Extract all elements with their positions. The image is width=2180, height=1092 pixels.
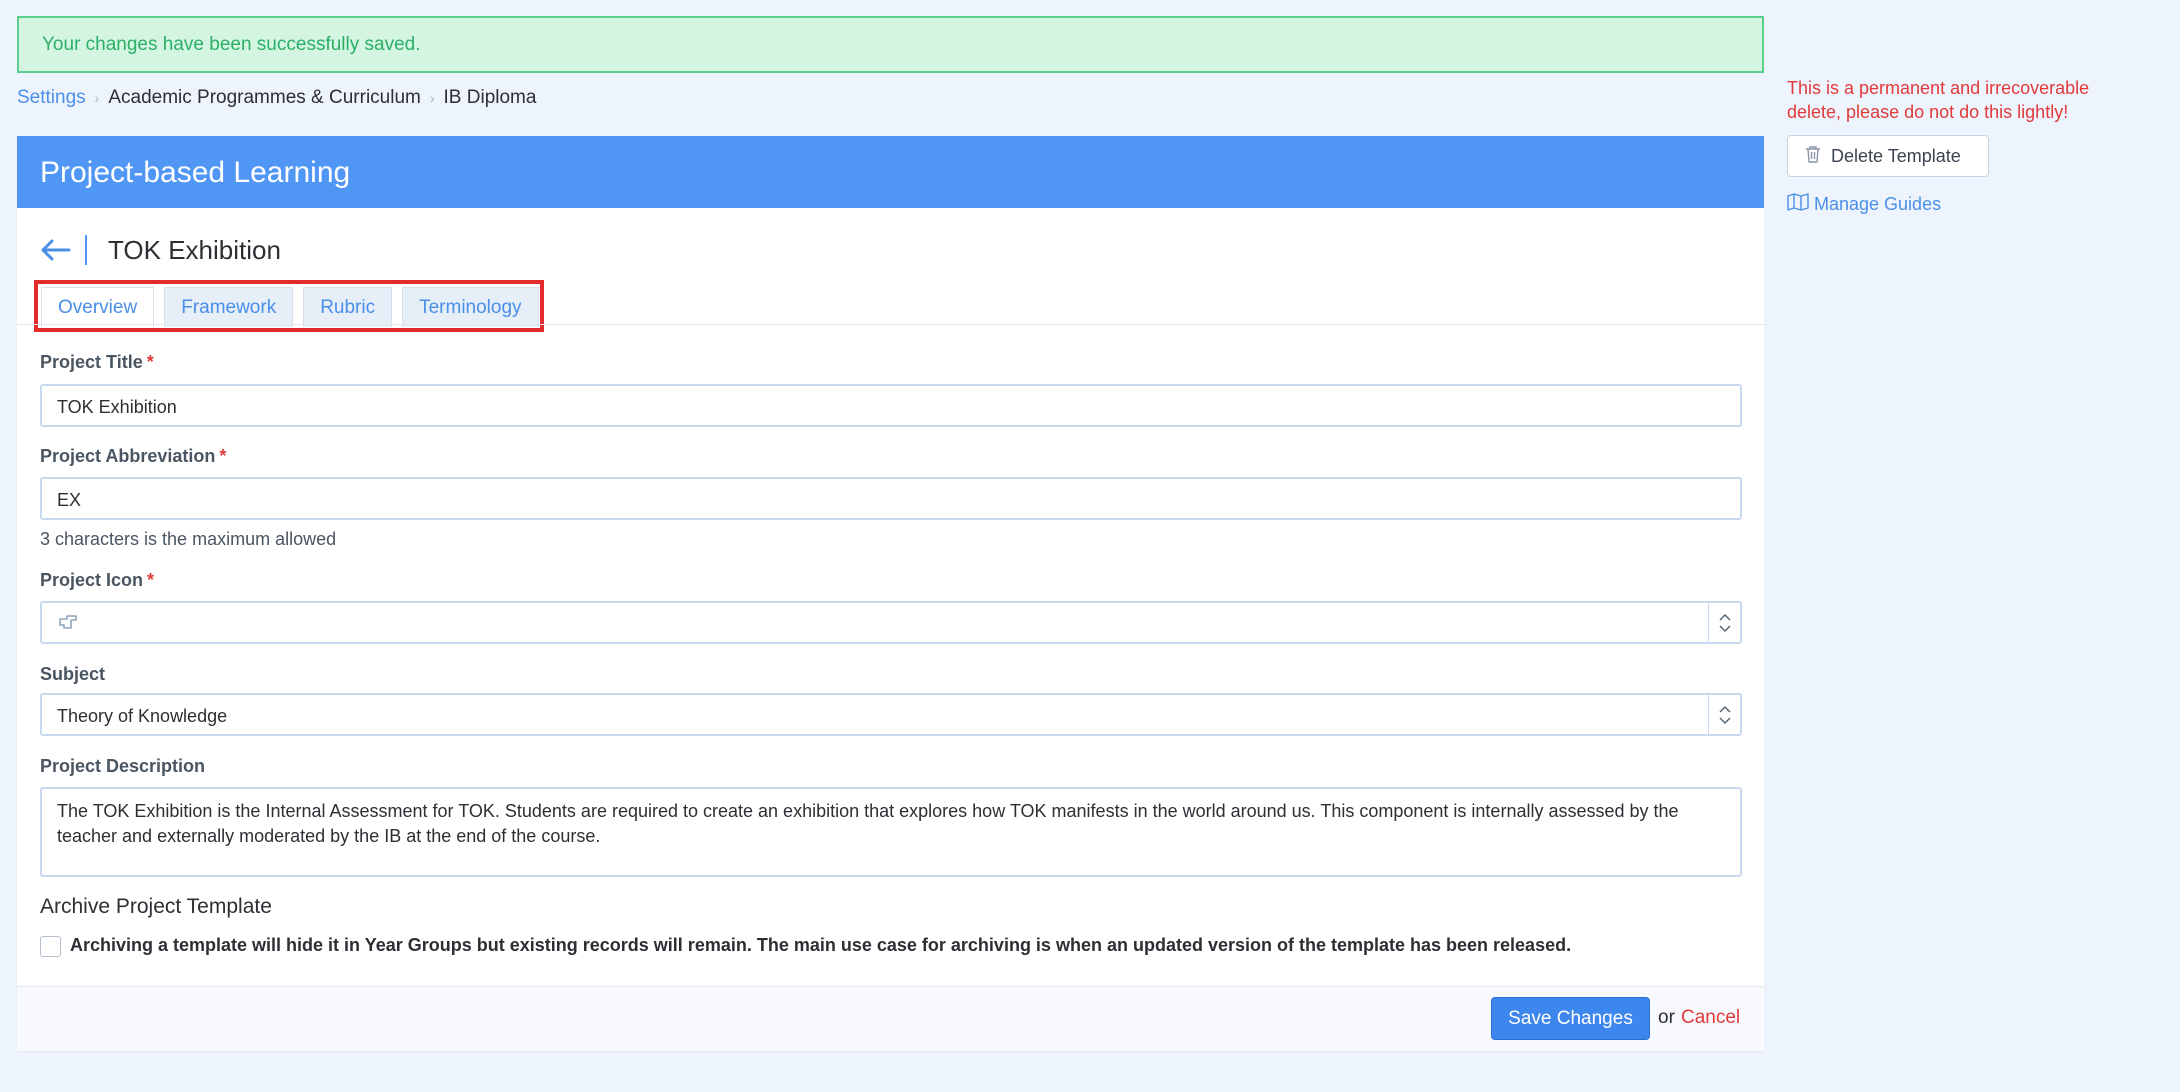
success-alert: Your changes have been successfully save… — [17, 16, 1764, 73]
save-changes-button[interactable]: Save Changes — [1491, 997, 1650, 1040]
select-stepper[interactable] — [1708, 603, 1740, 642]
delete-warning: This is a permanent and irrecoverable de… — [1787, 78, 2090, 122]
project-description-label: Project Description — [40, 756, 206, 776]
abbreviation-help-text: 3 characters is the maximum allowed — [40, 529, 337, 549]
archive-title: Archive Project Template — [40, 895, 272, 918]
manage-guides-link[interactable]: Manage Guides — [1787, 193, 1941, 216]
project-abbreviation-label: Project Abbreviation * — [40, 446, 227, 466]
manage-guides-label: Manage Guides — [1814, 194, 1942, 214]
form-footer: Save Changes or Cancel — [17, 986, 1764, 1051]
pointing-hand-icon — [57, 615, 79, 637]
project-heading: TOK Exhibition — [108, 234, 281, 265]
project-icon-label: Project Icon * — [40, 570, 155, 590]
breadcrumb-ib-diploma: IB Diploma — [443, 87, 537, 108]
project-abbreviation-input[interactable]: EX — [40, 477, 1742, 520]
cancel-link[interactable]: Cancel — [1681, 1007, 1740, 1029]
subject-value: Theory of Knowledge — [57, 706, 228, 726]
title-divider — [85, 235, 87, 265]
chevron-right-icon: › — [94, 90, 100, 106]
delete-template-label: Delete Template — [1831, 145, 1961, 166]
tab-rubric[interactable]: Rubric — [303, 287, 393, 327]
chevron-right-icon: › — [429, 90, 435, 106]
archive-checkbox[interactable] — [40, 936, 61, 957]
breadcrumb: Settings › Academic Programmes & Curricu… — [17, 86, 536, 110]
tab-divider — [17, 324, 1764, 325]
chevron-up-icon — [1718, 705, 1731, 713]
template-panel: Project-based Learning TOK Exhibition Ov… — [17, 136, 1764, 1051]
back-arrow-icon[interactable] — [39, 235, 73, 265]
chevron-down-icon — [1718, 624, 1731, 632]
panel-header: Project-based Learning — [17, 136, 1764, 208]
select-stepper[interactable] — [1708, 695, 1740, 734]
delete-template-button[interactable]: Delete Template — [1787, 135, 1989, 177]
chevron-up-icon — [1718, 613, 1731, 621]
subject-label: Subject — [40, 664, 106, 684]
tab-overview[interactable]: Overview — [41, 287, 155, 327]
tab-framework[interactable]: Framework — [164, 287, 294, 327]
tab-terminology[interactable]: Terminology — [402, 287, 539, 327]
project-title-label: Project Title * — [40, 352, 154, 372]
archive-description: Archiving a template will hide it in Yea… — [70, 935, 1572, 955]
map-icon — [1787, 193, 1809, 216]
project-title-input[interactable]: TOK Exhibition — [40, 384, 1742, 427]
or-text: or — [1658, 1007, 1675, 1028]
breadcrumb-settings-link[interactable]: Settings — [17, 87, 86, 109]
breadcrumb-academic-programmes: Academic Programmes & Curriculum — [108, 87, 421, 108]
project-icon-select[interactable] — [40, 601, 1742, 644]
project-description-textarea[interactable]: The TOK Exhibition is the Internal Asses… — [40, 787, 1742, 877]
subject-select[interactable]: Theory of Knowledge — [40, 693, 1742, 736]
chevron-down-icon — [1718, 716, 1731, 724]
trash-icon — [1805, 145, 1821, 168]
tab-bar: Overview Framework Rubric Terminology — [41, 287, 539, 327]
project-title-row: TOK Exhibition — [39, 230, 281, 270]
